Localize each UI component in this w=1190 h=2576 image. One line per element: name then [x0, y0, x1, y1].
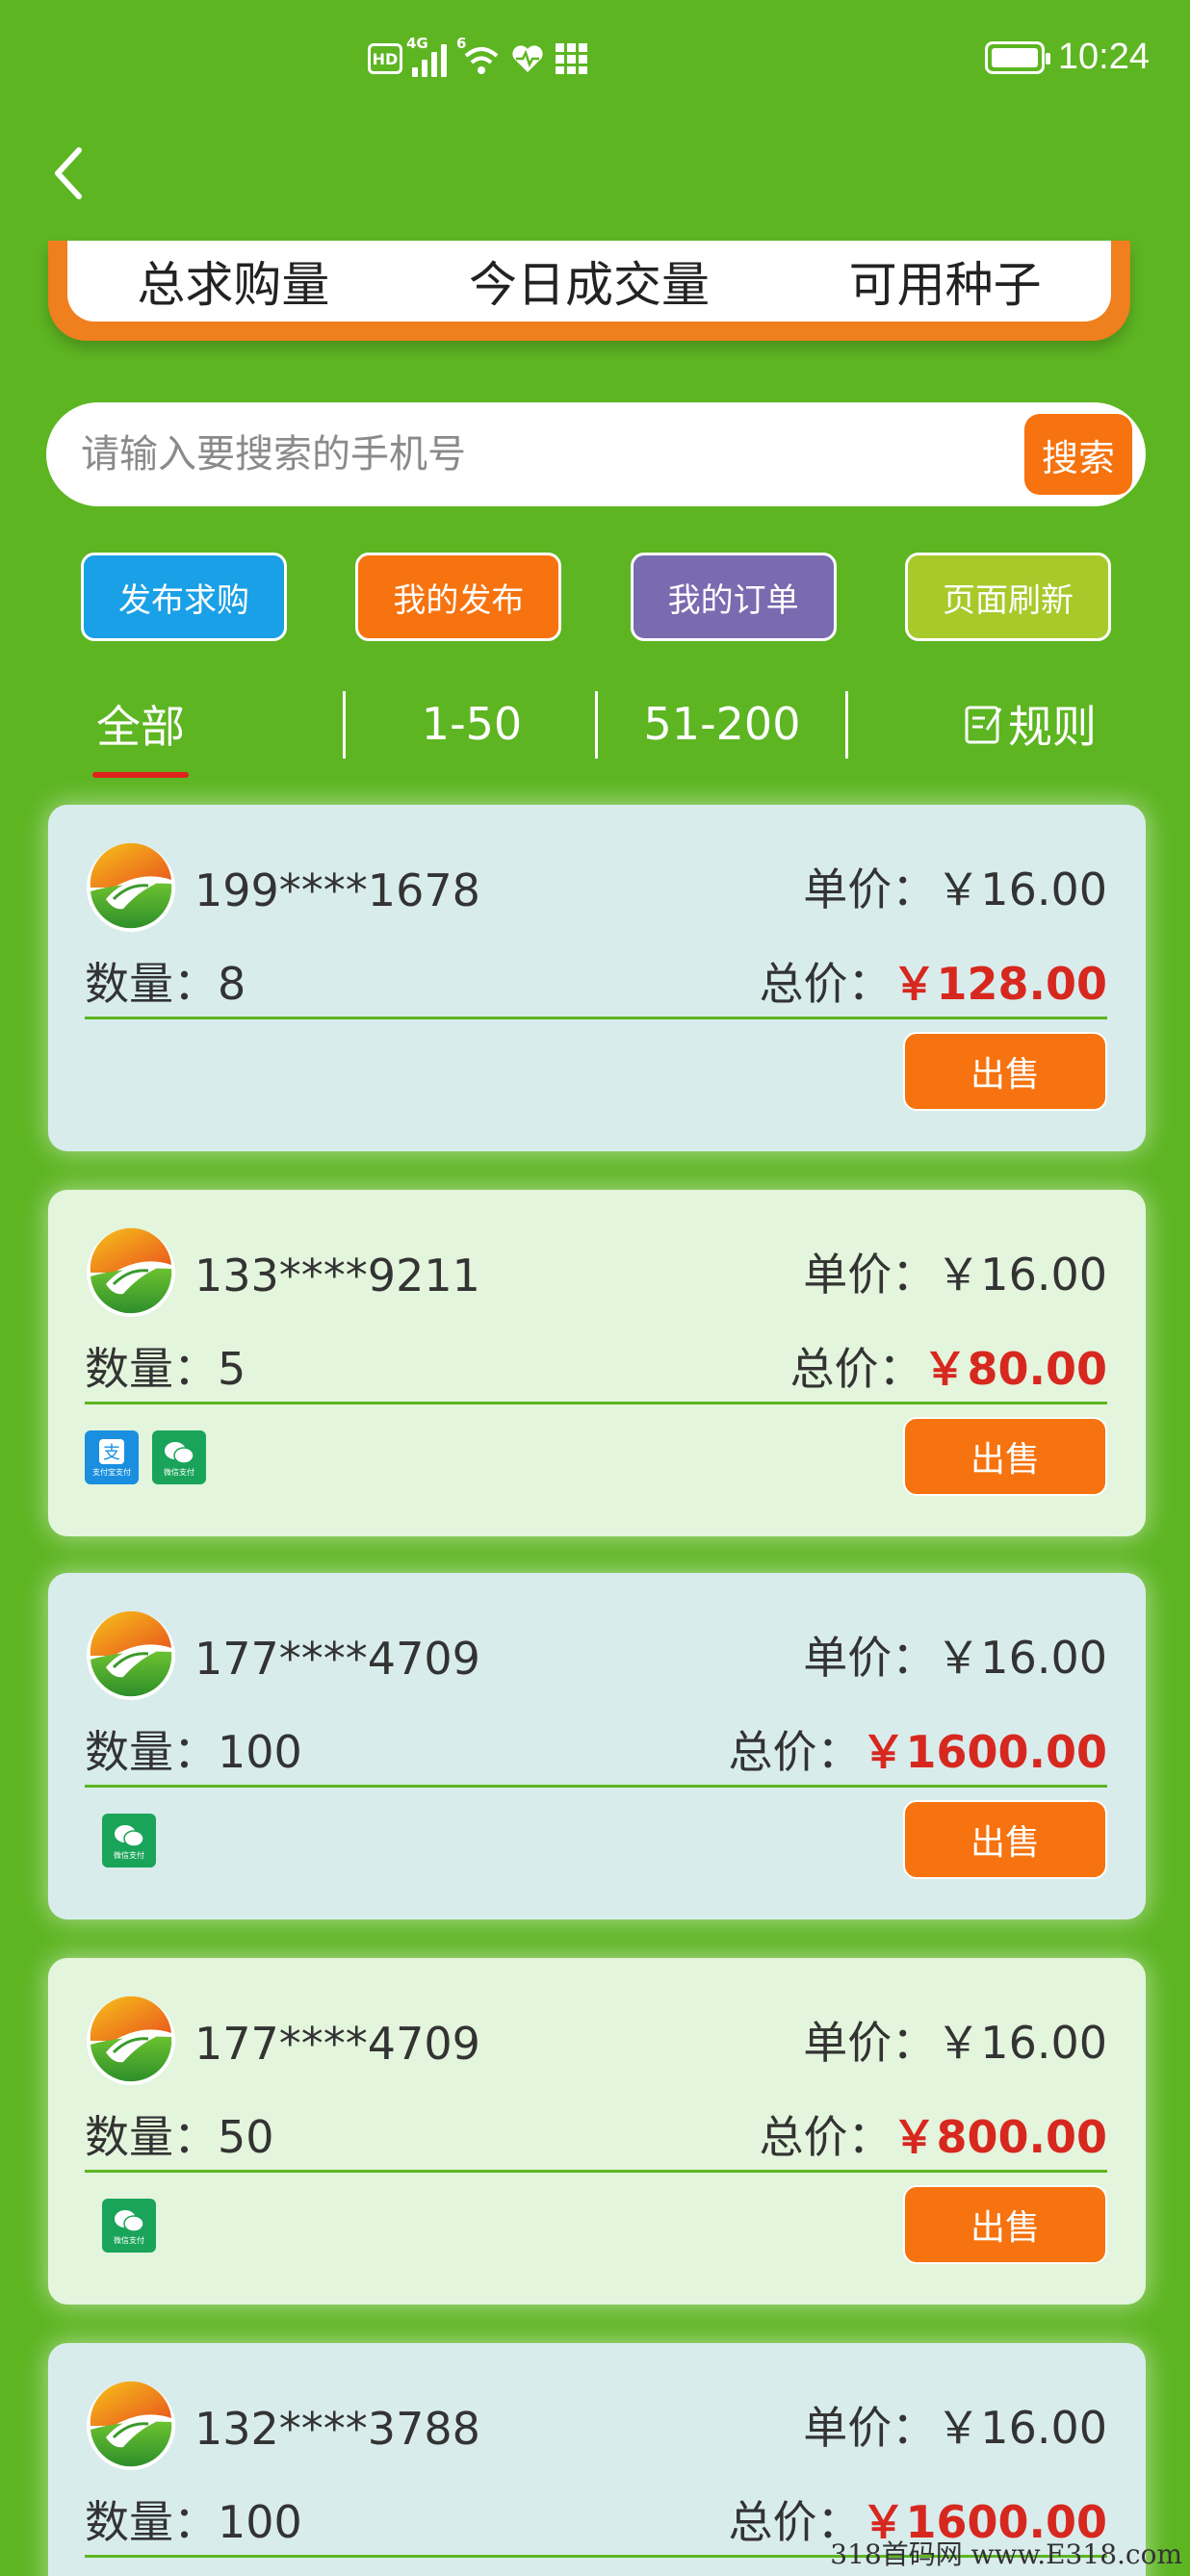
wechat-pay-icon: 微信支付: [102, 2199, 156, 2253]
refresh-page-button[interactable]: 页面刷新: [904, 553, 1111, 641]
watermark: 318首码网 www.E318.com: [830, 2538, 1182, 2570]
tab-range-1-50[interactable]: 1-50: [385, 683, 558, 764]
search-input[interactable]: [46, 432, 1024, 477]
apps-grid-icon: [556, 43, 587, 74]
svg-text:支: 支: [103, 1443, 120, 1463]
stat-available-seeds: 可用种子: [848, 257, 1042, 313]
publish-request-button[interactable]: 发布求购: [81, 553, 287, 641]
hd-icon: HD: [368, 43, 402, 74]
status-icons: HD 4G 6: [368, 35, 589, 77]
sell-button[interactable]: 出售: [903, 1800, 1107, 1879]
sell-button[interactable]: 出售: [903, 1417, 1107, 1496]
edit-note-icon: [965, 706, 1002, 744]
user-avatar-icon: [85, 1610, 177, 1702]
tab-all-label: 全部: [96, 701, 185, 753]
tab-range-51-200[interactable]: 51-200: [616, 683, 828, 764]
order-phone: 177****4709: [194, 1633, 480, 1685]
order-quantity: 数量：100: [85, 1726, 302, 1778]
wifi-icon: [464, 47, 499, 74]
order-unit-price: 单价：￥16.00: [803, 863, 1107, 915]
search-bar: 搜索: [46, 402, 1146, 506]
order-card: 133****9211 单价：￥16.00 数量：5 总价：￥80.00 支 支…: [48, 1190, 1146, 1536]
payment-methods: 微信支付: [102, 1814, 156, 1868]
my-publish-button[interactable]: 我的发布: [355, 553, 562, 641]
chevron-left-icon: [55, 147, 82, 199]
order-card: 177****4709 单价：￥16.00 数量：50 总价：￥800.00 微…: [48, 1958, 1146, 2305]
signal-4g-icon: 4G: [406, 35, 447, 77]
divider: [85, 2170, 1107, 2173]
divider: [85, 1017, 1107, 1019]
user-avatar-icon: [85, 2380, 177, 2472]
payment-methods: 微信支付: [102, 2199, 156, 2253]
order-total: 总价：￥800.00: [759, 2111, 1107, 2163]
order-total: 总价：￥1600.00: [728, 1726, 1107, 1778]
filter-tabs: 全部 1-50 51-200 规则: [0, 683, 1190, 780]
divider: [85, 1785, 1107, 1788]
order-quantity: 数量：100: [85, 2496, 302, 2548]
tab-divider: [343, 691, 346, 759]
tab-all[interactable]: 全部: [92, 683, 189, 778]
order-quantity: 数量：50: [85, 2111, 274, 2163]
order-unit-price: 单价：￥16.00: [803, 1249, 1107, 1301]
stat-total-demand: 总求购量: [137, 257, 330, 313]
status-right: 10:24: [984, 37, 1150, 78]
divider: [85, 1402, 1107, 1404]
order-total: 总价：￥80.00: [789, 1343, 1107, 1395]
order-total: 总价：￥128.00: [759, 958, 1107, 1010]
tab-divider: [845, 691, 848, 759]
clock: 10:24: [1057, 37, 1150, 77]
order-unit-price: 单价：￥16.00: [803, 1632, 1107, 1684]
order-unit-price: 单价：￥16.00: [803, 2017, 1107, 2069]
wechat-pay-icon: 微信支付: [102, 1814, 156, 1868]
sell-button[interactable]: 出售: [903, 1032, 1107, 1111]
stat-today-deals: 今日成交量: [468, 257, 710, 313]
heart-rate-icon: [512, 45, 543, 72]
order-phone: 133****9211: [194, 1249, 480, 1301]
wechat-pay-icon: 微信支付: [152, 1430, 206, 1484]
order-quantity: 数量：8: [85, 958, 246, 1010]
tab-rules-label: 规则: [1008, 701, 1097, 753]
signal-6-icon: 6: [456, 35, 501, 77]
search-button[interactable]: 搜索: [1024, 414, 1132, 495]
back-button[interactable]: [50, 144, 108, 212]
active-tab-indicator: [92, 772, 189, 778]
order-phone: 132****3788: [194, 2403, 480, 2455]
order-quantity: 数量：5: [85, 1343, 246, 1395]
stats-card: 总求购量 今日成交量 可用种子: [48, 241, 1130, 341]
order-phone: 177****4709: [194, 2018, 480, 2070]
order-card: 177****4709 单价：￥16.00 数量：100 总价：￥1600.00…: [48, 1573, 1146, 1919]
sell-button[interactable]: 出售: [903, 2185, 1107, 2264]
tab-divider: [595, 691, 598, 759]
tab-rules[interactable]: 规则: [953, 683, 1107, 764]
order-card: 199****1678 单价：￥16.00 数量：8 总价：￥128.00 出售: [48, 805, 1146, 1151]
order-phone: 199****1678: [194, 864, 480, 916]
action-buttons: 发布求购 我的发布 我的订单 页面刷新: [81, 553, 1111, 641]
my-orders-button[interactable]: 我的订单: [630, 553, 837, 641]
status-bar: HD 4G 6 10:24: [0, 0, 1190, 135]
user-avatar-icon: [85, 1226, 177, 1319]
user-avatar-icon: [85, 841, 177, 934]
alipay-icon: 支 支付宝支付: [85, 1430, 139, 1484]
order-unit-price: 单价：￥16.00: [803, 2402, 1107, 2454]
user-avatar-icon: [85, 1995, 177, 2087]
payment-methods: 支 支付宝支付 微信支付: [85, 1430, 206, 1484]
battery-icon: [984, 40, 1050, 74]
